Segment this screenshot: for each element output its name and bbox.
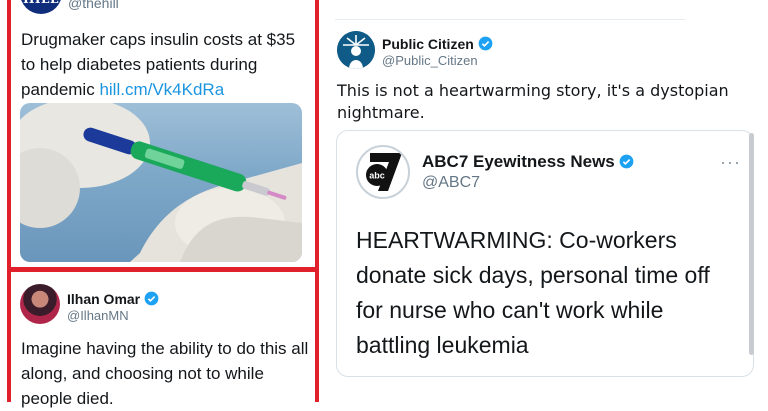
- insulin-pen-illustration: [20, 103, 302, 262]
- insulin-pen-photo[interactable]: [20, 103, 302, 262]
- omar-avatar[interactable]: [20, 284, 60, 324]
- public-citizen-name-text: Public Citizen: [382, 36, 474, 52]
- public-citizen-avatar[interactable]: [337, 31, 375, 69]
- omar-tweet-text: Imagine having the ability to do this al…: [21, 339, 309, 408]
- abc7-logo-text: abc: [369, 171, 385, 181]
- abc7-logo-mark: abc: [366, 153, 402, 191]
- public-citizen-tweet-text: This is not a heartwarming story, it's a…: [337, 81, 729, 122]
- hill-tweet-text: Drugmaker caps insulin costs at $35 to h…: [21, 27, 311, 102]
- omar-handle[interactable]: @IlhanMN: [67, 308, 129, 323]
- hill-handle[interactable]: @thehill: [68, 0, 119, 11]
- abc7-name[interactable]: ABC7 Eyewitness News: [422, 152, 634, 172]
- more-options-icon[interactable]: ···: [720, 152, 741, 173]
- tweet-separator: [335, 19, 685, 20]
- verified-badge-icon: [144, 291, 159, 306]
- abc7-name-text: ABC7 Eyewitness News: [422, 152, 615, 171]
- highlight-divider: [7, 267, 319, 272]
- scrollbar[interactable]: [749, 133, 754, 355]
- verified-badge-icon: [619, 154, 634, 169]
- omar-name-text: Ilhan Omar: [67, 291, 141, 307]
- public-citizen-name[interactable]: Public Citizen: [382, 36, 493, 52]
- public-citizen-handle[interactable]: @Public_Citizen: [382, 53, 478, 68]
- abc7-handle[interactable]: @ABC7: [422, 174, 480, 192]
- statue-of-liberty-icon: [337, 31, 375, 69]
- verified-badge-icon: [478, 36, 493, 51]
- abc7-logo[interactable]: abc: [356, 145, 410, 199]
- hill-tweet-link[interactable]: hill.cm/Vk4KdRa: [99, 80, 224, 99]
- abc7-tweet-text: HEARTWARMING: Co-workers donate sick day…: [356, 227, 710, 358]
- omar-name[interactable]: Ilhan Omar: [67, 291, 159, 307]
